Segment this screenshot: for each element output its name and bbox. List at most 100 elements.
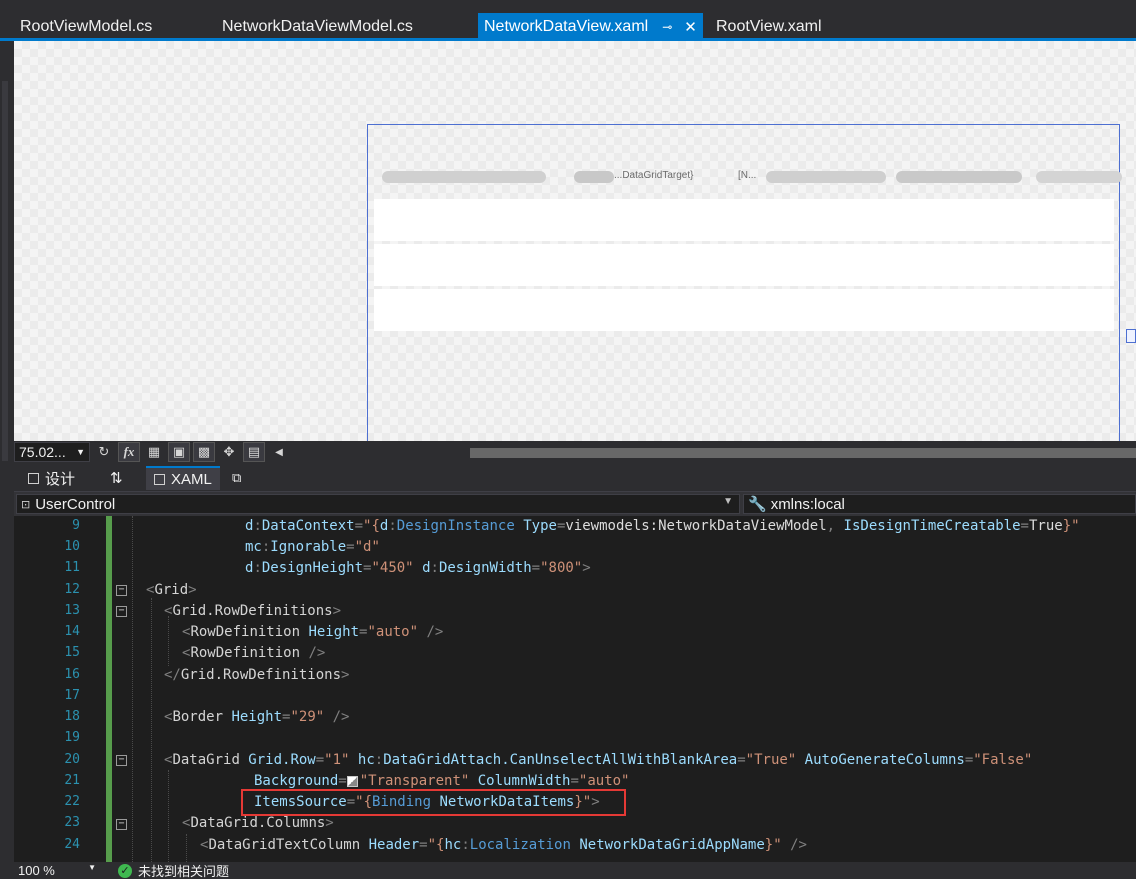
- tab-design-label: 设计: [45, 470, 76, 488]
- line-number: 14: [64, 624, 80, 639]
- tab-xaml-label: XAML: [171, 470, 212, 488]
- code-line-18: <Border Height="29" />: [164, 709, 350, 725]
- element-combo[interactable]: ⊡ UserControl ▼: [16, 494, 740, 514]
- grid-icon[interactable]: ▦: [143, 442, 165, 462]
- left-dock-edge: [0, 41, 14, 879]
- indent-guide: [186, 834, 187, 862]
- navigation-bar: ⊡ UserControl ▼ 🔧 xmlns:local: [14, 492, 1136, 516]
- blurred-header-cell: [766, 171, 886, 183]
- design-surface[interactable]: ...DataGridTarget} [N...: [14, 41, 1136, 441]
- code-line-24: <DataGridTextColumn Header="{hc:Localiza…: [200, 837, 807, 853]
- horizontal-scrollbar[interactable]: [470, 448, 1136, 458]
- tab-xaml[interactable]: XAML: [146, 466, 220, 490]
- tab-label: NetworkDataView.xaml: [484, 18, 649, 35]
- tab-root-view[interactable]: RootView.xaml: [716, 13, 822, 41]
- blurred-header-cell: [574, 171, 614, 183]
- editor-zoom-value: 100 %: [18, 863, 55, 878]
- scroll-left-icon[interactable]: ◀: [268, 442, 290, 462]
- snap-grid-icon[interactable]: ▣: [168, 442, 190, 462]
- collapse-icon[interactable]: −: [116, 585, 127, 596]
- code-line-16: </Grid.RowDefinitions>: [164, 667, 350, 683]
- line-number: 18: [64, 709, 80, 724]
- zoom-combo[interactable]: 75.02... ▼: [14, 442, 90, 462]
- tab-label: RootView.xaml: [716, 18, 822, 35]
- tab-label: NetworkDataViewModel.cs: [222, 18, 413, 35]
- tab-design[interactable]: 设计: [28, 466, 75, 490]
- popout-icon[interactable]: ⧉: [232, 466, 241, 490]
- design-toolbar: 75.02... ▼ ↻ fx ▦ ▣ ▩ ✥ ▤ ◀: [14, 441, 1136, 463]
- code-line-23: <DataGrid.Columns>: [182, 815, 334, 831]
- indent-guide: [168, 616, 169, 666]
- resize-handle[interactable]: [1126, 329, 1136, 343]
- document-tab-strip: RootViewModel.cs NetworkDataViewModel.cs…: [0, 0, 1136, 41]
- swap-icon: ⇅: [110, 470, 123, 487]
- editor-status-bar: 100 % ▼ ✓ 未找到相关问题: [14, 862, 1136, 879]
- issues-indicator[interactable]: ✓ 未找到相关问题: [118, 861, 229, 879]
- close-icon[interactable]: ✕: [684, 18, 697, 36]
- code-line-14: <RowDefinition Height="auto" />: [182, 624, 444, 640]
- chevron-down-icon: ▼: [723, 496, 733, 507]
- collapse-icon[interactable]: −: [116, 606, 127, 617]
- tab-network-data-view-model[interactable]: NetworkDataViewModel.cs: [222, 13, 413, 41]
- code-line-15: <RowDefinition />: [182, 645, 326, 661]
- left-dock-strip[interactable]: [2, 81, 8, 461]
- tab-root-view-model[interactable]: RootViewModel.cs: [20, 13, 152, 41]
- pin-icon[interactable]: ⊸: [662, 20, 672, 34]
- member-combo-value: xmlns:local: [770, 495, 845, 513]
- tab-label: RootViewModel.cs: [20, 18, 153, 35]
- wrench-icon: 🔧: [748, 496, 767, 513]
- line-number: 10: [64, 539, 80, 554]
- xaml-view-icon: [154, 473, 165, 485]
- line-number: 19: [64, 730, 80, 745]
- line-number: 13: [64, 603, 80, 618]
- design-xaml-split-tabs: 设计 ⇅ XAML ⧉: [14, 463, 1136, 492]
- header-text-fragment: [N...: [738, 170, 757, 181]
- line-number: 24: [64, 837, 80, 852]
- snap-lines-icon[interactable]: ✥: [218, 442, 240, 462]
- device-icon[interactable]: ▤: [243, 442, 265, 462]
- collapse-icon[interactable]: −: [116, 755, 127, 766]
- indent-guide: [168, 770, 169, 862]
- datagrid-row[interactable]: [374, 244, 1114, 286]
- chevron-down-icon: ▼: [88, 863, 96, 872]
- code-line-20: <DataGrid Grid.Row="1" hc:DataGridAttach…: [164, 752, 1033, 768]
- line-number: 23: [64, 815, 80, 830]
- line-number: 17: [64, 688, 80, 703]
- blurred-header-cell: [896, 171, 1022, 183]
- swap-panes-button[interactable]: ⇅: [110, 466, 123, 490]
- datagrid-row[interactable]: [374, 199, 1114, 241]
- header-text-fragment: ...DataGridTarget}: [614, 170, 694, 181]
- color-swatch-icon: [346, 775, 358, 787]
- zoom-value: 75.02...: [19, 444, 66, 460]
- line-number: 11: [64, 560, 80, 575]
- code-line-10: mc:Ignorable="d": [245, 539, 380, 555]
- editor-zoom-combo[interactable]: 100 % ▼: [14, 863, 104, 878]
- code-line-9: d:DataContext="{d:DesignInstance Type=vi…: [245, 518, 1080, 534]
- element-icon: ⊡: [21, 498, 31, 511]
- line-number: 21: [64, 773, 80, 788]
- refresh-icon[interactable]: ↻: [93, 442, 115, 462]
- change-tracking-bar: [106, 516, 112, 862]
- code-line-13: <Grid.RowDefinitions>: [164, 603, 342, 619]
- line-number: 22: [64, 794, 80, 809]
- xaml-code-editor[interactable]: 9 10 11 12 13 14 15 16 17 18 19 20 21 22…: [14, 516, 1136, 862]
- fx-icon[interactable]: fx: [118, 442, 140, 462]
- tab-network-data-view[interactable]: NetworkDataView.xaml ⊸ ✕: [478, 13, 703, 41]
- member-combo[interactable]: 🔧 xmlns:local: [743, 494, 1136, 514]
- indent-guide: [151, 598, 152, 862]
- line-number: 12: [64, 582, 80, 597]
- datagrid-row[interactable]: [374, 289, 1114, 331]
- collapse-icon[interactable]: −: [116, 819, 127, 830]
- design-view-icon: [28, 472, 39, 484]
- code-line-11: d:DesignHeight="450" d:DesignWidth="800"…: [245, 560, 591, 576]
- element-combo-value: UserControl: [35, 495, 116, 513]
- datagrid-header: ...DataGridTarget} [N...: [382, 169, 1122, 185]
- line-number: 16: [64, 667, 80, 682]
- chevron-down-icon: ▼: [76, 447, 85, 457]
- user-control-artboard[interactable]: ...DataGridTarget} [N...: [367, 124, 1122, 441]
- code-line-12: <Grid>: [146, 582, 197, 598]
- line-number: 20: [64, 752, 80, 767]
- indent-guide: [132, 516, 133, 862]
- issues-message: 未找到相关问题: [138, 864, 230, 879]
- checkerboard-icon[interactable]: ▩: [193, 442, 215, 462]
